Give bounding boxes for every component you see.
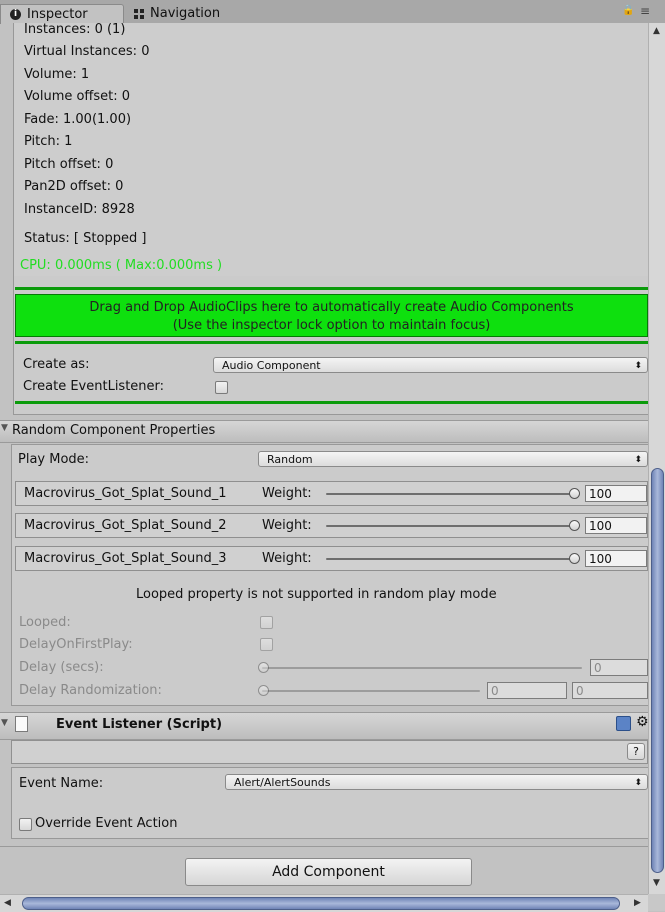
scroll-up-arrow-icon[interactable]: ▲ [653, 26, 660, 36]
sound-row: Macrovirus_Got_Splat_Sound_1 Weight: 100 [15, 481, 648, 506]
weight-label: Weight: [262, 486, 312, 501]
divider-top [15, 287, 648, 290]
scroll-corner [648, 894, 665, 911]
weight-field[interactable]: 100 [585, 550, 647, 567]
script-file-icon [15, 716, 28, 732]
weight-slider-track[interactable] [326, 558, 574, 560]
play-mode-value: Random [267, 453, 313, 466]
divider-middle [15, 341, 648, 344]
delay-slider-knob [258, 662, 269, 673]
vertical-scroll-thumb[interactable] [651, 468, 664, 873]
tab-inspector[interactable]: i Inspector [0, 4, 124, 24]
delay-randomization-label: Delay Randomization: [19, 683, 162, 698]
add-component-button[interactable]: Add Component [185, 858, 472, 886]
create-as-dropdown[interactable]: Audio Component ⬍ [213, 357, 648, 373]
sound-name: Macrovirus_Got_Splat_Sound_3 [24, 551, 227, 566]
create-listener-label: Create EventListener: [23, 379, 165, 394]
divider-bottom [15, 401, 648, 404]
menu-icon[interactable]: ≡ [640, 4, 650, 18]
random-note: Looped property is not supported in rand… [136, 587, 497, 602]
random-properties-title: Random Component Properties [12, 423, 216, 438]
help-button[interactable]: ? [627, 743, 645, 760]
stat-volume-offset: Volume offset: 0 [24, 89, 131, 104]
foldout-arrow-icon[interactable]: ▼ [1, 718, 8, 728]
weight-slider-knob[interactable] [569, 553, 580, 564]
tab-navigation[interactable]: Navigation [126, 4, 276, 23]
weight-slider-track[interactable] [326, 525, 574, 527]
tab-bar: i Inspector Navigation 🔒 ≡ [0, 0, 665, 24]
script-help-bar [11, 740, 648, 764]
delay-rand-slider-knob [258, 685, 269, 696]
horizontal-scroll-thumb[interactable] [22, 897, 620, 910]
tab-navigation-label: Navigation [150, 6, 221, 21]
override-event-label: Override Event Action [35, 816, 178, 831]
weight-slider-track[interactable] [326, 493, 574, 495]
sound-name: Macrovirus_Got_Splat_Sound_1 [24, 486, 227, 501]
stat-volume: Volume: 1 [24, 67, 90, 82]
create-as-value: Audio Component [222, 359, 321, 372]
dropzone-line1: Drag and Drop AudioClips here to automat… [89, 300, 574, 315]
vertical-scrollbar[interactable]: ▲ ▼ [648, 23, 665, 894]
delay-field: 0 [590, 659, 648, 676]
stat-pitch: Pitch: 1 [24, 134, 73, 149]
event-name-label: Event Name: [19, 776, 104, 791]
weight-field[interactable]: 100 [585, 485, 647, 502]
weight-label: Weight: [262, 551, 312, 566]
lock-icon[interactable]: 🔒 [622, 5, 634, 16]
event-listener-title: Event Listener (Script) [56, 717, 223, 732]
override-event-checkbox[interactable] [19, 818, 32, 831]
stat-pan2d-offset: Pan2D offset: 0 [24, 179, 124, 194]
sound-row: Macrovirus_Got_Splat_Sound_2 Weight: 100 [15, 513, 648, 538]
sound-name: Macrovirus_Got_Splat_Sound_2 [24, 518, 227, 533]
delay-rand-slider-track [262, 690, 480, 692]
dropdown-arrow-icon: ⬍ [634, 455, 642, 465]
scroll-left-arrow-icon[interactable]: ◀ [4, 898, 11, 908]
gear-icon[interactable]: ⚙ [636, 714, 649, 730]
cpu-text: CPU: 0.000ms ( Max:0.000ms ) [20, 258, 223, 273]
stat-fade: Fade: 1.00(1.00) [24, 112, 132, 127]
looped-label: Looped: [19, 615, 71, 630]
delay-first-play-label: DelayOnFirstPlay: [19, 637, 133, 652]
scroll-right-arrow-icon[interactable]: ▶ [634, 898, 641, 908]
play-mode-label: Play Mode: [18, 452, 90, 467]
stat-instances: Instances: 0 (1) [24, 22, 126, 37]
info-icon: i [10, 9, 21, 20]
create-listener-checkbox[interactable] [215, 381, 228, 394]
dropdown-arrow-icon: ⬍ [634, 778, 642, 788]
event-name-value: Alert/AlertSounds [234, 776, 331, 789]
book-help-icon[interactable] [616, 716, 631, 731]
stat-virtual-instances: Virtual Instances: 0 [24, 44, 150, 59]
stat-pitch-offset: Pitch offset: 0 [24, 157, 114, 172]
dropdown-arrow-icon: ⬍ [634, 361, 642, 371]
navigation-grid-icon [134, 8, 144, 19]
delay-rand-min-field: 0 [487, 682, 567, 699]
delay-label: Delay (secs): [19, 660, 104, 675]
weight-label: Weight: [262, 518, 312, 533]
stat-instance-id: InstanceID: 8928 [24, 202, 135, 217]
delay-first-play-checkbox [260, 638, 273, 651]
tab-inspector-label: Inspector [27, 7, 88, 22]
delay-rand-max-field: 0 [572, 682, 648, 699]
horizontal-scrollbar[interactable]: ◀ ▶ [0, 894, 648, 912]
delay-slider-track [262, 667, 582, 669]
footer-divider [0, 846, 648, 847]
weight-field[interactable]: 100 [585, 517, 647, 534]
create-as-label: Create as: [23, 357, 90, 372]
sound-row: Macrovirus_Got_Splat_Sound_3 Weight: 100 [15, 546, 648, 571]
play-mode-dropdown[interactable]: Random ⬍ [258, 451, 648, 467]
drag-drop-zone[interactable]: Drag and Drop AudioClips here to automat… [15, 294, 648, 337]
weight-slider-knob[interactable] [569, 520, 580, 531]
scroll-down-arrow-icon[interactable]: ▼ [653, 878, 660, 888]
event-name-dropdown[interactable]: Alert/AlertSounds ⬍ [225, 774, 648, 790]
looped-checkbox [260, 616, 273, 629]
weight-slider-knob[interactable] [569, 488, 580, 499]
dropzone-line2: (Use the inspector lock option to mainta… [172, 318, 491, 333]
foldout-arrow-icon[interactable]: ▼ [1, 423, 8, 433]
status-text: Status: [ Stopped ] [24, 231, 147, 246]
